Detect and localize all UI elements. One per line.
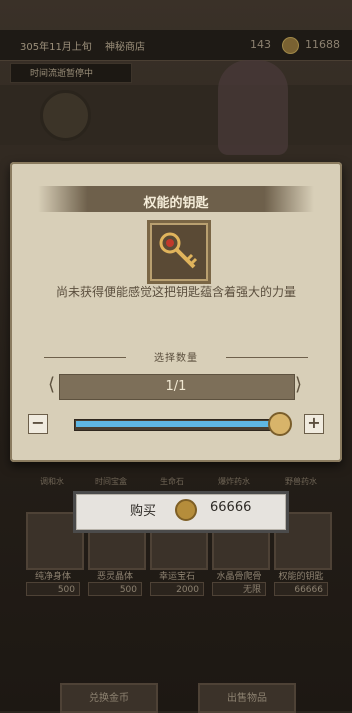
merchant-character (218, 60, 288, 155)
shop-name: 神秘商店 (105, 42, 145, 53)
game-date: 305年11月上旬 (20, 42, 92, 53)
shelf-label: 时间宝盒 (95, 477, 127, 486)
minus-button[interactable]: − (28, 414, 48, 434)
key-icon (159, 232, 198, 269)
shop-item-price: 66666 (274, 582, 328, 596)
pause-status: 时间流逝暂停中 (30, 69, 94, 79)
quantity-label: 选择数量 (154, 353, 198, 364)
shelf-label: 调和水 (40, 477, 64, 486)
item-icon-frame (147, 220, 211, 284)
gem-count: 143 (250, 38, 271, 51)
shop-item-name: 纯净身体 (34, 572, 71, 582)
shelf-label: 野兽药水 (285, 477, 317, 486)
item-description: 尚未获得便能感觉这把钥匙蕴含着强大的力量 (55, 285, 296, 299)
purchase-dialog: 权能的钥匙 尚未获得便能感觉这把钥匙蕴含着强大的力量 选择数量 ⟨ ⟩ 1/1 … (10, 162, 342, 462)
shop-item-name: 水晶骨爬骨 (216, 572, 262, 582)
buy-price: 66666 (210, 500, 252, 515)
shop-item-name: 幸运宝石 (158, 572, 195, 582)
shop-item-price: 500 (26, 582, 80, 596)
sell-items-label: 出售物品 (227, 693, 267, 704)
shop-item-price: 无限 (212, 582, 266, 596)
quantity-value: 1/1 (165, 379, 187, 394)
coin-icon (282, 37, 299, 54)
shelf-label: 爆炸药水 (218, 477, 250, 486)
shop-item-name: 权能的钥匙 (278, 572, 324, 582)
dialog-title: 权能的钥匙 (143, 196, 209, 211)
exchange-gold-label: 兑换金币 (89, 693, 129, 704)
plus-button[interactable]: + (304, 414, 324, 434)
buy-label: 购买 (130, 504, 157, 519)
coin-count: 11688 (305, 38, 340, 51)
slider-handle[interactable] (268, 412, 292, 436)
shop-item-price: 2000 (150, 582, 204, 596)
slider-fill (76, 421, 282, 427)
goggle-decoration-icon (40, 90, 91, 141)
shelf-label: 生命石 (160, 477, 184, 486)
shop-item-name: 恶灵晶体 (96, 572, 133, 582)
coin-icon (175, 499, 197, 521)
shop-item-price: 500 (88, 582, 142, 596)
